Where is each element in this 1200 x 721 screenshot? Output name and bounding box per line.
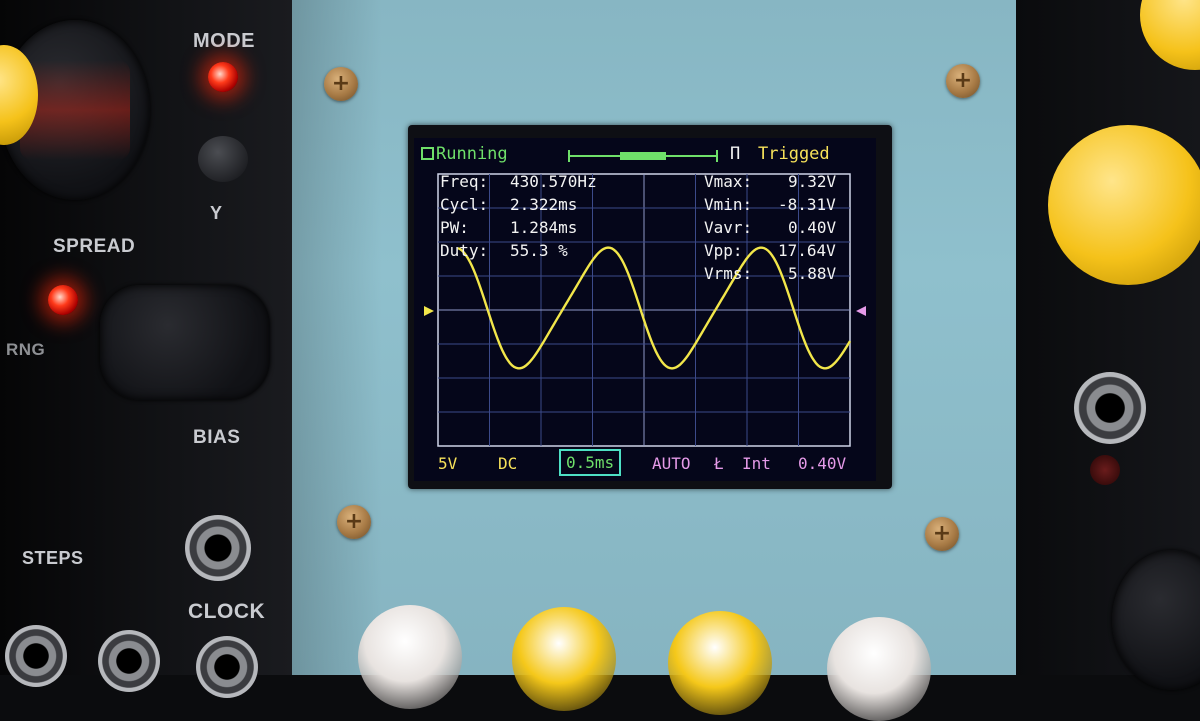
right-jack[interactable] [1074,372,1146,444]
measure-value: 9.32V [788,172,837,191]
measure-value: 2.322ms [510,195,578,214]
right-led [1090,455,1120,485]
measure-value: 5.88V [788,264,837,283]
measure-label: Vmin: [704,195,753,214]
measure-value: 0.40V [788,218,837,237]
steps-jack[interactable] [5,625,67,687]
right-bottom-knob[interactable] [1112,550,1200,690]
mode-led [208,62,238,92]
measure-label: Vrms: [704,264,753,283]
measure-label: Duty: [440,241,489,260]
measure-value: 430.570Hz [510,172,597,191]
screw-top-left [324,67,358,101]
label-mode: MODE [193,30,255,52]
trigger-mode[interactable]: AUTO [652,454,691,473]
measure-label: Cycl: [440,195,489,214]
scope-button-1[interactable] [358,605,462,709]
measure-value: 1.284ms [510,218,578,237]
knob-red-glow [20,60,130,160]
measure-value: 17.64V [778,241,836,260]
volts-per-div[interactable]: 5V [438,454,457,473]
oscilloscope-screen: Running Π Trigged Freq: 430.570Hz Cycl: … [414,138,876,481]
coupling-mode[interactable]: DC [498,454,517,473]
measure-label: Vpp: [704,241,743,260]
yellow-knob-cap-right[interactable] [1048,125,1200,285]
left-eurorack-module: MODE Y SPREAD RNG BIAS STEPS CLOCK [0,0,292,698]
scope-button-4[interactable] [827,617,931,721]
screw-bottom-right [925,517,959,551]
label-clock: CLOCK [188,600,266,623]
right-eurorack-module [1016,0,1200,690]
clock-jack[interactable] [196,636,258,698]
label-bias: BIAS [193,427,241,448]
yellow-knob-cap-top-right[interactable] [1140,0,1200,70]
trigger-level-marker-left [424,306,434,316]
trigger-level-marker-right [856,306,866,316]
trigger-slope-icon[interactable]: Ł [714,454,724,473]
measure-label: PW: [440,218,469,237]
mode-toggle-switch[interactable] [198,136,248,182]
bias-jack[interactable] [185,515,251,581]
scope-button-2[interactable] [512,607,616,711]
graticule [437,173,851,447]
middle-jack[interactable] [98,630,160,692]
label-spread: SPREAD [53,236,136,257]
time-per-div-selected[interactable]: 0.5ms [559,449,622,476]
measure-label: Freq: [440,172,489,191]
spread-knob[interactable] [100,285,270,400]
measure-value: -8.31V [778,195,836,214]
trigger-level[interactable]: 0.40V [798,454,846,473]
label-steps: STEPS [22,548,84,568]
label-y: Y [210,203,223,223]
measure-label: Vmax: [704,172,753,191]
screw-bottom-left [337,505,371,539]
screw-top-right [946,64,980,98]
label-rng: RNG [6,340,46,359]
measure-value: 55.3 % [510,241,568,260]
trigger-source[interactable]: Int [742,454,771,473]
measure-label: Vavr: [704,218,753,237]
spread-led [48,285,78,315]
scope-button-3[interactable] [668,611,772,715]
